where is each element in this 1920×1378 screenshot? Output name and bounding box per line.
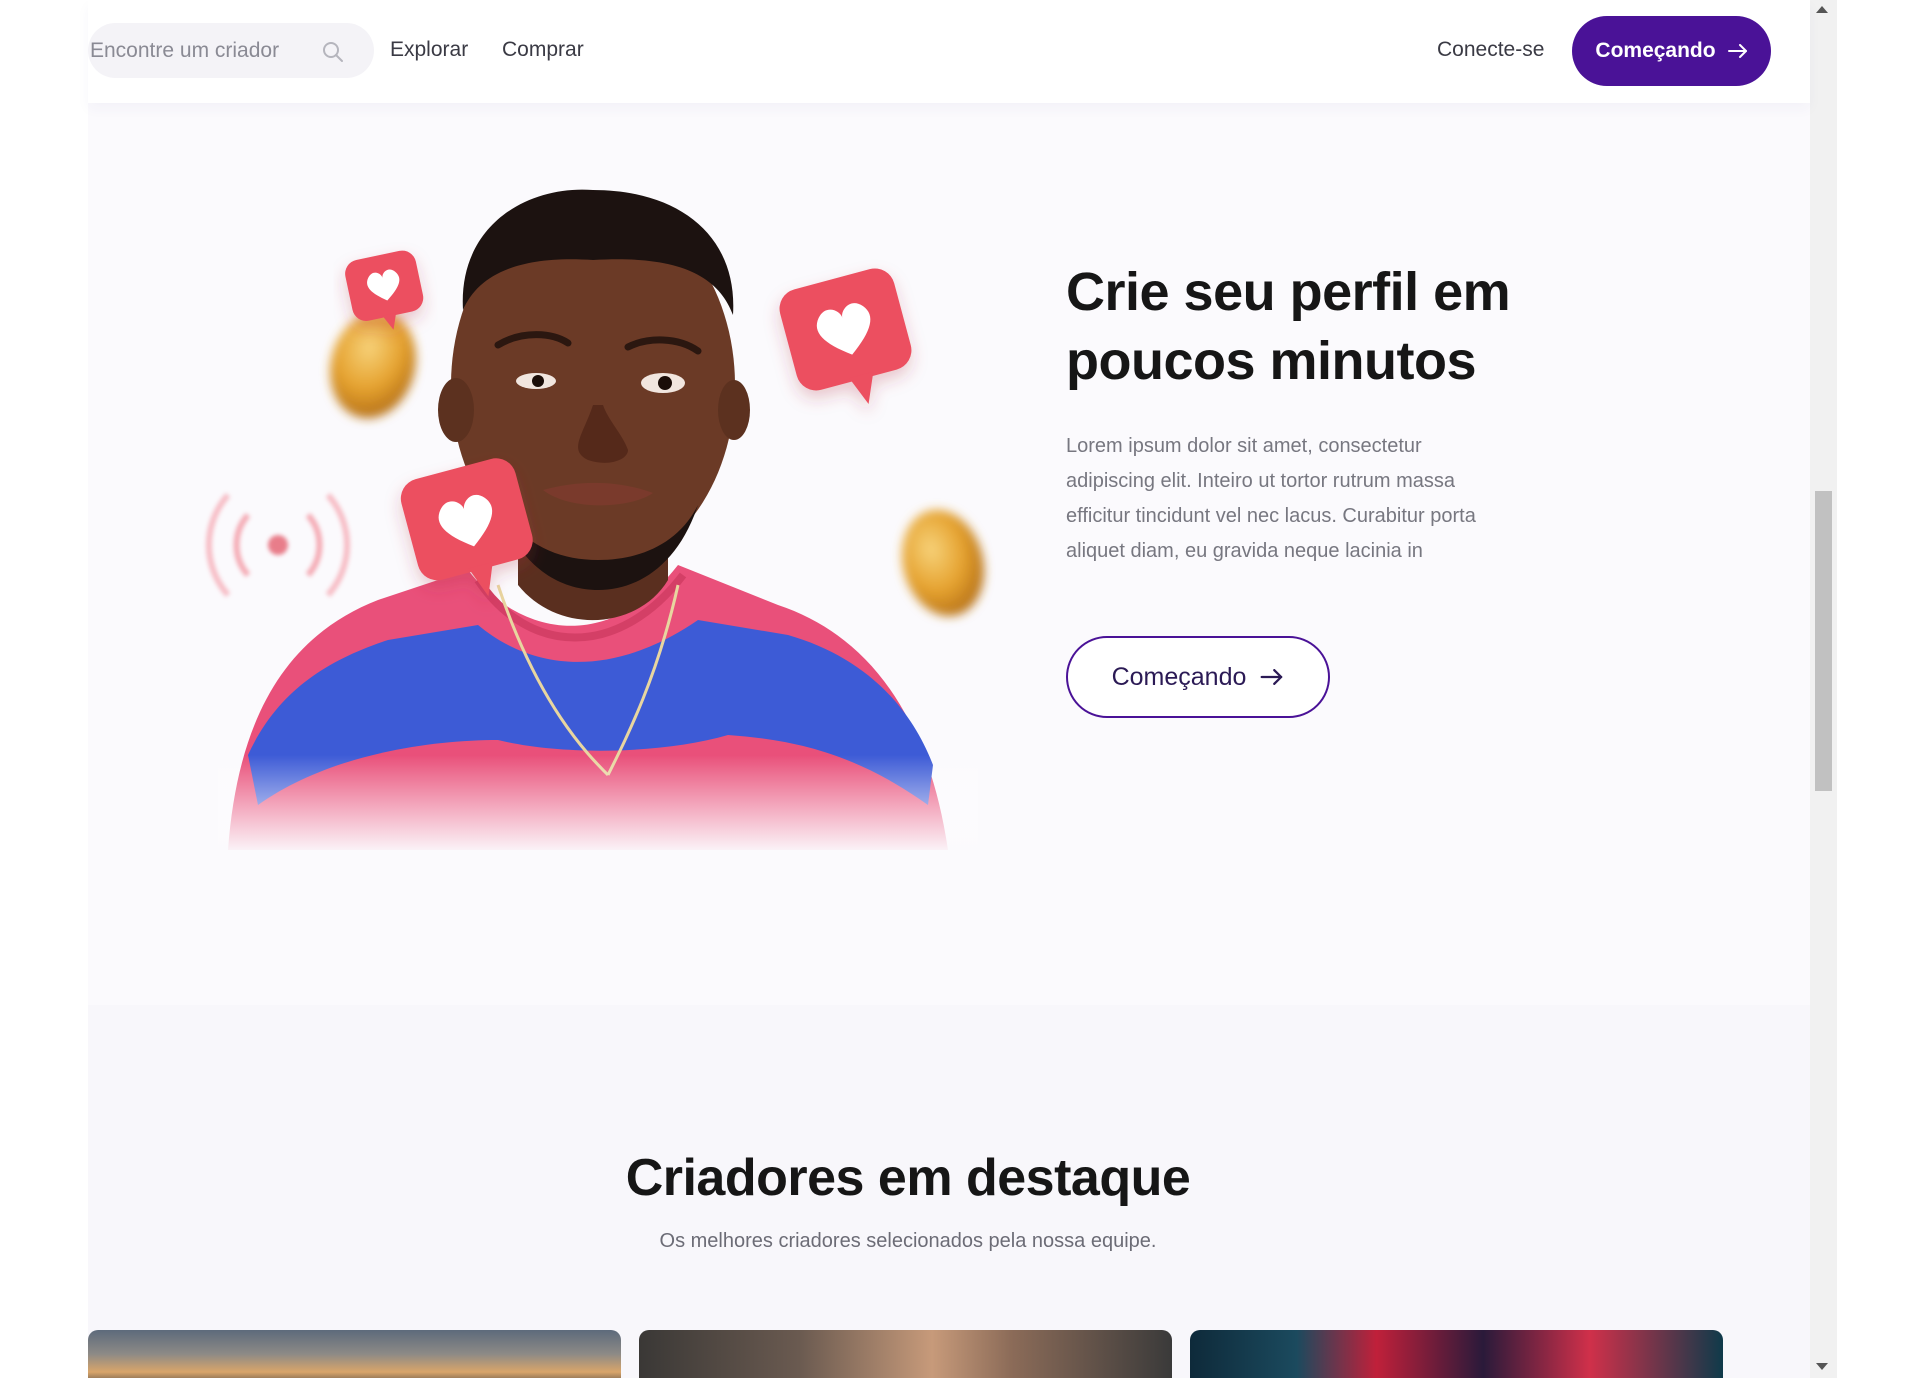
featured-subtitle: Os melhores criadores selecionados pela … <box>659 1230 1157 1252</box>
coin-icon <box>901 509 985 617</box>
get-started-button[interactable]: Começando <box>1572 16 1771 86</box>
signal-icon <box>205 493 351 597</box>
search-input[interactable] <box>90 38 310 63</box>
page: Explorar Comprar Conecte-se Começando <box>88 0 1810 1378</box>
get-started-label: Começando <box>1595 39 1716 62</box>
creator-card[interactable] <box>88 1330 621 1378</box>
hero-section: Crie seu perfil em poucos minutos Lorem … <box>88 103 1810 1005</box>
arrow-right-icon <box>1260 669 1283 685</box>
coin-icon <box>330 311 416 419</box>
scrollbar-thumb[interactable] <box>1815 491 1832 791</box>
hero-get-started-label: Começando <box>1111 662 1247 691</box>
hero-title: Crie seu perfil em poucos minutos <box>1066 262 1511 391</box>
hero-description: Lorem ipsum dolor sit amet, consectetur … <box>1066 435 1476 562</box>
featured-title: Criadores em destaque <box>625 1149 1191 1207</box>
scroll-up-arrow[interactable] <box>1816 6 1828 13</box>
scroll-down-arrow[interactable] <box>1816 1363 1828 1370</box>
scrollbar[interactable] <box>1810 0 1837 1378</box>
search-box[interactable] <box>88 23 374 78</box>
nav-explore-link[interactable]: Explorar <box>390 38 468 62</box>
heart-icon <box>779 268 912 405</box>
nav-shop-link[interactable]: Comprar <box>502 38 584 62</box>
creator-card[interactable] <box>1190 1330 1723 1378</box>
arrow-right-icon <box>1727 44 1747 58</box>
creator-card[interactable] <box>639 1330 1172 1378</box>
navbar: Explorar Comprar Conecte-se Começando <box>88 0 1810 103</box>
hero-illustration <box>205 189 985 855</box>
search-icon[interactable] <box>321 40 345 64</box>
login-link[interactable]: Conecte-se <box>1437 38 1544 62</box>
hero-get-started-button[interactable]: Começando <box>1066 636 1330 718</box>
